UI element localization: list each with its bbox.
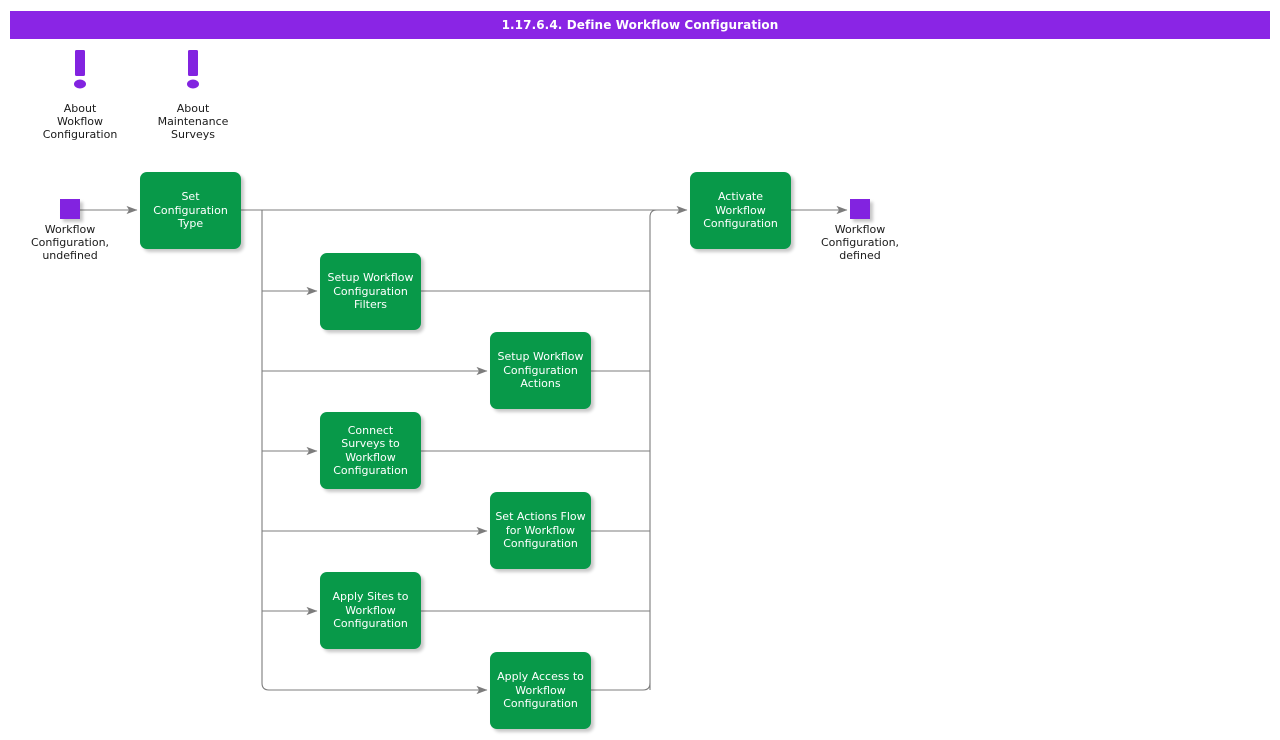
- node-apply-sites-to-workflow-configuration[interactable]: Apply Sites to Workflow Configuration: [320, 572, 421, 649]
- node-set-actions-flow-for-workflow-configuration[interactable]: Set Actions Flow for Workflow Configurat…: [490, 492, 591, 569]
- node-label: Activate Workflow Configuration: [703, 190, 778, 231]
- node-label: Apply Access to Workflow Configuration: [497, 670, 584, 711]
- node-label: Setup Workflow Configuration Actions: [497, 350, 584, 391]
- note-label-about-workflow-configuration: About Wokflow Configuration: [42, 102, 118, 141]
- note-about-maintenance-surveys[interactable]: [175, 48, 211, 94]
- terminator-start-label: Workflow Configuration, undefined: [30, 223, 110, 262]
- start-node-square[interactable]: [60, 199, 80, 219]
- end-node-square[interactable]: [850, 199, 870, 219]
- note-about-workflow-configuration[interactable]: [62, 48, 98, 94]
- title-bar: 1.17.6.4. Define Workflow Configuration: [10, 11, 1270, 39]
- node-label: Set Actions Flow for Workflow Configurat…: [495, 510, 586, 551]
- node-apply-access-to-workflow-configuration[interactable]: Apply Access to Workflow Configuration: [490, 652, 591, 729]
- diagram-canvas: 1.17.6.4. Define Workflow Configuration: [0, 0, 1280, 740]
- terminator-end-label: Workflow Configuration, defined: [820, 223, 900, 262]
- node-set-configuration-type[interactable]: Set Configuration Type: [140, 172, 241, 249]
- node-connect-surveys-to-workflow-configuration[interactable]: Connect Surveys to Workflow Configuratio…: [320, 412, 421, 489]
- node-setup-workflow-configuration-filters[interactable]: Setup Workflow Configuration Filters: [320, 253, 421, 330]
- exclamation-mark-icon: [187, 50, 199, 89]
- page-title: 1.17.6.4. Define Workflow Configuration: [501, 18, 779, 32]
- node-label: Set Configuration Type: [153, 190, 228, 231]
- node-label: Connect Surveys to Workflow Configuratio…: [333, 423, 408, 478]
- exclamation-mark-icon: [74, 50, 86, 89]
- node-setup-workflow-configuration-actions[interactable]: Setup Workflow Configuration Actions: [490, 332, 591, 409]
- node-label: Setup Workflow Configuration Filters: [327, 271, 414, 312]
- node-label: Apply Sites to Workflow Configuration: [332, 590, 409, 631]
- note-label-about-maintenance-surveys: About Maintenance Surveys: [157, 102, 229, 141]
- node-activate-workflow-configuration[interactable]: Activate Workflow Configuration: [690, 172, 791, 249]
